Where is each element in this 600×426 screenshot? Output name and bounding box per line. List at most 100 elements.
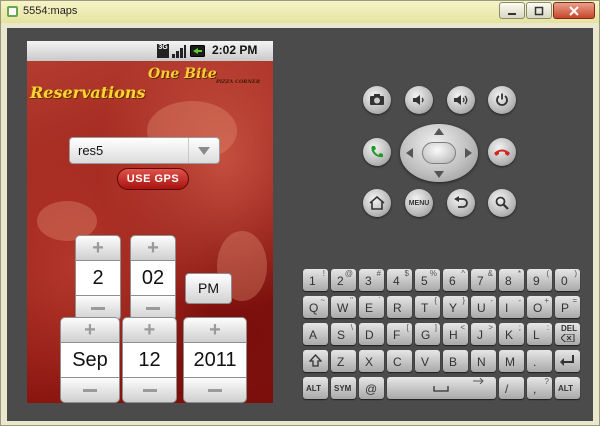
key-x[interactable]: X xyxy=(359,350,384,372)
menu-button[interactable]: MENU xyxy=(405,189,433,217)
power-icon xyxy=(496,93,508,106)
back-button[interactable] xyxy=(447,189,475,217)
year-picker: + 2011 xyxy=(183,317,247,403)
plus-icon: + xyxy=(84,319,96,341)
hour-value[interactable]: 2 xyxy=(75,261,121,295)
back-icon xyxy=(454,196,468,208)
key-enter[interactable] xyxy=(555,350,580,372)
key-z[interactable]: Z xyxy=(331,350,356,372)
power-button[interactable] xyxy=(488,86,516,114)
key-b[interactable]: B xyxy=(443,350,468,372)
dpad-center-button[interactable] xyxy=(422,142,456,164)
plus-icon: + xyxy=(209,319,221,341)
key-slash[interactable]: / xyxy=(499,377,524,399)
volume-down-button[interactable] xyxy=(405,86,433,114)
hour-increment-button[interactable]: + xyxy=(75,235,121,261)
key-alt-right[interactable]: ALT xyxy=(555,377,580,399)
camera-button[interactable] xyxy=(363,86,391,114)
minus-icon xyxy=(142,388,157,392)
maximize-button[interactable] xyxy=(526,2,552,19)
key-j[interactable]: J > xyxy=(471,323,496,345)
key-shift[interactable] xyxy=(303,350,328,372)
key-m[interactable]: M xyxy=(499,350,524,372)
menu-label: MENU xyxy=(408,199,430,207)
dpad-up-icon[interactable] xyxy=(434,128,444,135)
key-7[interactable]: 7 & xyxy=(471,269,496,291)
minimize-button[interactable] xyxy=(499,2,525,19)
dpad-right-icon[interactable] xyxy=(465,148,472,158)
camera-icon xyxy=(370,94,384,105)
key-1[interactable]: 1! xyxy=(303,269,328,291)
key-8[interactable]: 8 * xyxy=(499,269,524,291)
day-value[interactable]: 12 xyxy=(122,343,177,377)
key-o[interactable]: O + xyxy=(527,296,552,318)
dpad-down-icon[interactable] xyxy=(434,171,444,178)
spinner-value: res5 xyxy=(78,143,104,158)
minute-increment-button[interactable]: + xyxy=(130,235,176,261)
close-icon xyxy=(569,5,579,16)
battery-icon xyxy=(190,45,205,57)
key-at[interactable]: @ xyxy=(359,377,384,399)
key-e[interactable]: E ´ xyxy=(359,296,384,318)
key-r[interactable]: R xyxy=(387,296,412,318)
key-6[interactable]: 6 ^ xyxy=(443,269,468,291)
key-y[interactable]: Y} xyxy=(443,296,468,318)
key-5[interactable]: 5% xyxy=(415,269,440,291)
key-h[interactable]: H < xyxy=(443,323,468,345)
dpad-left-icon[interactable] xyxy=(406,148,413,158)
key-i[interactable]: I- xyxy=(499,296,524,318)
key-sym[interactable]: SYM xyxy=(331,377,356,399)
month-increment-button[interactable]: + xyxy=(60,317,120,343)
key-space[interactable] xyxy=(387,377,496,399)
end-call-button[interactable] xyxy=(488,138,516,166)
key-u[interactable]: U- xyxy=(471,296,496,318)
key-w[interactable]: W " xyxy=(331,296,356,318)
key-alt-left[interactable]: ALT xyxy=(303,377,328,399)
day-increment-button[interactable]: + xyxy=(122,317,177,343)
month-decrement-button[interactable] xyxy=(60,377,120,403)
search-button[interactable] xyxy=(488,189,516,217)
key-4[interactable]: 4 $ xyxy=(387,269,412,291)
key-t[interactable]: T{ xyxy=(415,296,440,318)
key-period[interactable]: . xyxy=(527,350,552,372)
close-button[interactable] xyxy=(553,2,595,19)
key-f[interactable]: F[ xyxy=(387,323,412,345)
key-s[interactable]: S \ xyxy=(331,323,356,345)
home-button[interactable] xyxy=(363,189,391,217)
dpad xyxy=(400,124,478,182)
key-n[interactable]: N xyxy=(471,350,496,372)
minute-picker: + 02 xyxy=(130,235,176,321)
volume-up-button[interactable] xyxy=(447,86,475,114)
key-3[interactable]: 3 # xyxy=(359,269,384,291)
key-k[interactable]: K; xyxy=(499,323,524,345)
key-d[interactable]: D xyxy=(359,323,384,345)
call-button[interactable] xyxy=(363,138,391,166)
title-bar[interactable]: 5554:maps xyxy=(1,1,599,23)
reservation-screen: One Bite PIZZA CORNER Reservations res5 … xyxy=(27,61,273,403)
key-g[interactable]: G] xyxy=(415,323,440,345)
network-3g-icon: 3G xyxy=(157,44,169,58)
spinner-arrow[interactable] xyxy=(188,138,219,163)
ampm-toggle-button[interactable]: PM xyxy=(185,273,232,304)
month-value[interactable]: Sep xyxy=(60,343,120,377)
key-l[interactable]: L: xyxy=(527,323,552,345)
key-comma[interactable]: ,? xyxy=(527,377,552,399)
key-0[interactable]: 0) xyxy=(555,269,580,291)
key-q[interactable]: Q ~ xyxy=(303,296,328,318)
key-a[interactable]: A xyxy=(303,323,328,345)
key-c[interactable]: C xyxy=(387,350,412,372)
minute-value[interactable]: 02 xyxy=(130,261,176,295)
minus-icon xyxy=(83,388,97,392)
key-2[interactable]: 2 @ xyxy=(331,269,356,291)
year-value[interactable]: 2011 xyxy=(183,343,247,377)
key-delete[interactable]: DEL xyxy=(555,323,580,345)
year-increment-button[interactable]: + xyxy=(183,317,247,343)
key-9[interactable]: 9( xyxy=(527,269,552,291)
key-v[interactable]: V xyxy=(415,350,440,372)
backspace-icon xyxy=(561,334,575,342)
day-decrement-button[interactable] xyxy=(122,377,177,403)
key-p[interactable]: P = xyxy=(555,296,580,318)
use-gps-button[interactable]: USE GPS xyxy=(117,168,189,190)
year-decrement-button[interactable] xyxy=(183,377,247,403)
reservation-spinner[interactable]: res5 xyxy=(69,137,220,164)
